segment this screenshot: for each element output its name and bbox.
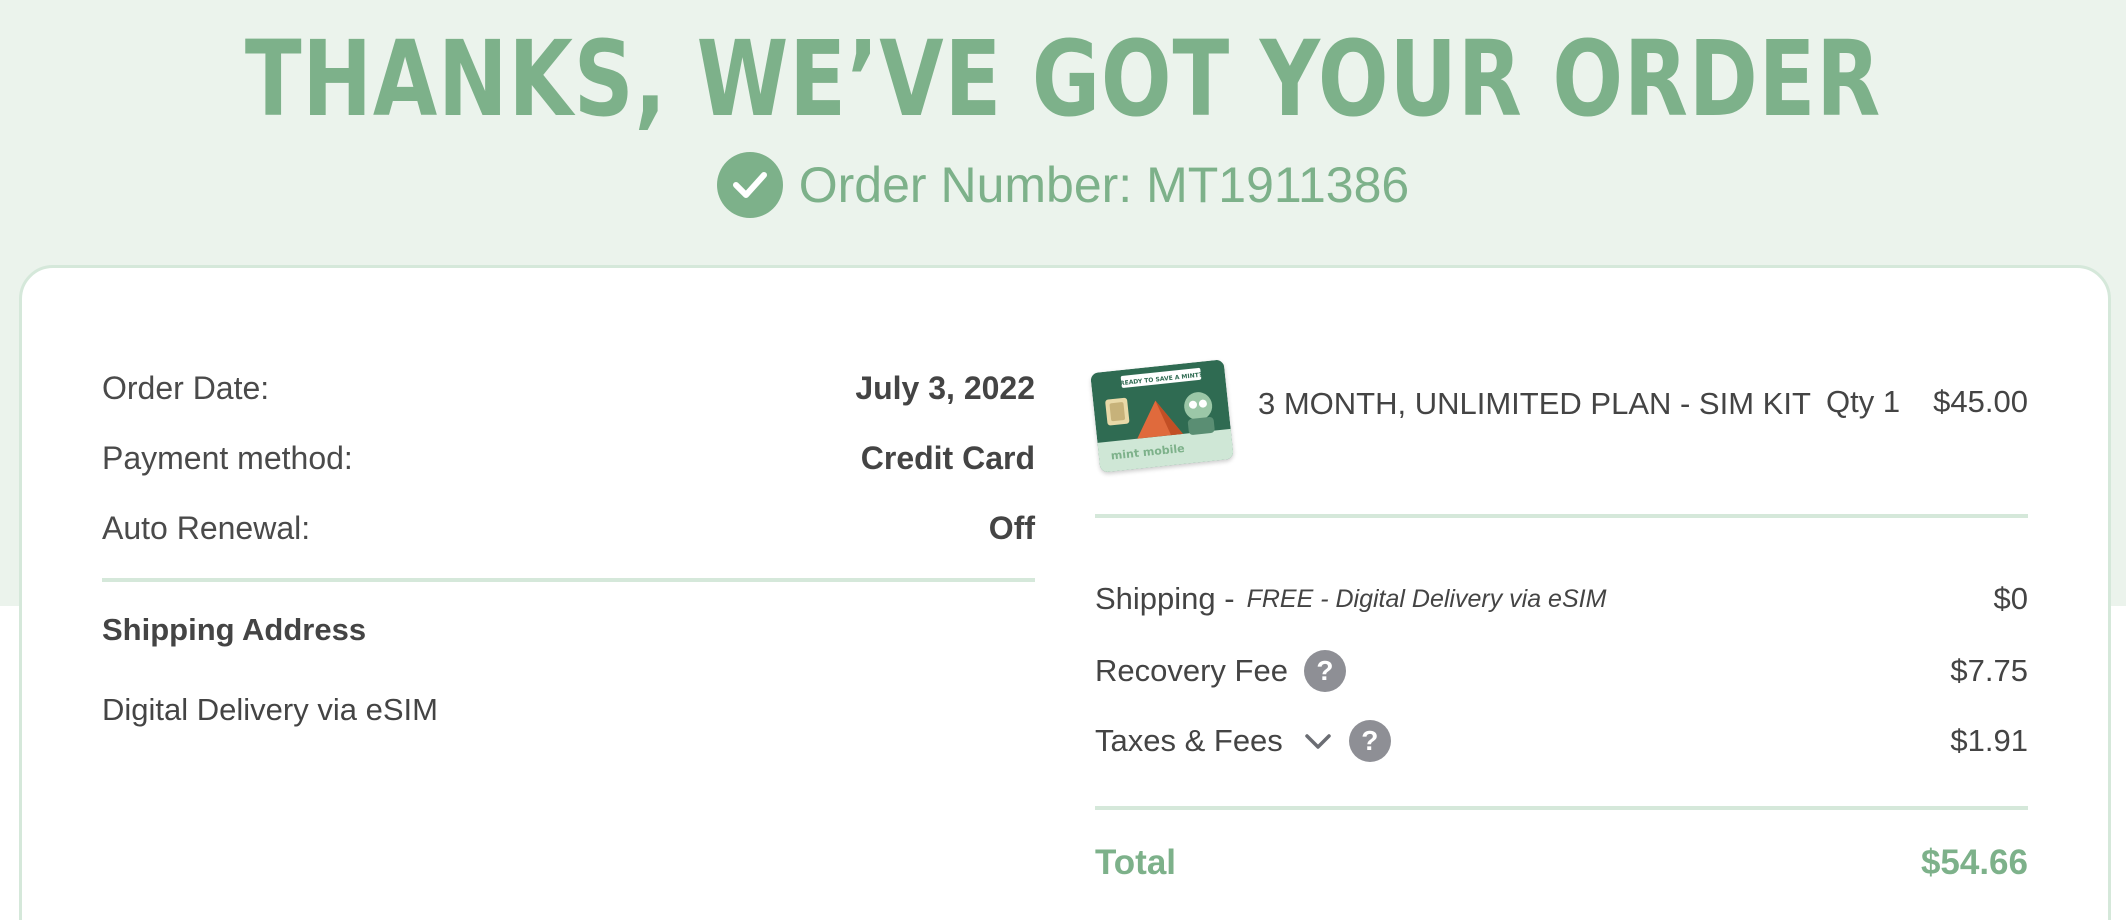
shipping-address-value: Digital Delivery via eSIM — [102, 692, 438, 727]
auto-renewal-label: Auto Renewal: — [102, 509, 311, 546]
help-icon[interactable]: ? — [1303, 650, 1346, 692]
shipping-note: FREE - Digital Delivery via eSIM — [1246, 584, 1607, 613]
payment-method-value: Credit Card — [860, 439, 1035, 476]
product-qty: Qty 1 — [1826, 384, 1901, 419]
left-divider — [102, 578, 1035, 582]
chevron-down-icon[interactable] — [1303, 731, 1333, 751]
total-value: $54.66 — [1920, 843, 2028, 882]
taxes-fees-label: Taxes & Fees — [1095, 723, 1283, 758]
order-date-label: Order Date: — [102, 369, 270, 406]
sim-kit-image: READY TO SAVE A MINT? mint mobile — [1090, 359, 1234, 473]
product-price: $45.00 — [1933, 384, 2028, 419]
order-number-row: Order Number: MT1911386 — [0, 152, 2126, 218]
product-name: 3 MONTH, UNLIMITED PLAN - SIM KIT — [1258, 386, 1811, 421]
taxes-fees-value: $1.91 — [1950, 723, 2028, 758]
recovery-fee-label: Recovery Fee — [1095, 653, 1288, 688]
shipping-row: Shipping - FREE - Digital Delivery via e… — [1095, 576, 2028, 622]
check-circle-icon — [716, 152, 783, 218]
auto-renewal-value: Off — [988, 509, 1035, 546]
shipping-label: Shipping - — [1095, 581, 1235, 616]
auto-renewal-row: Auto Renewal: Off — [102, 506, 1035, 550]
payment-method-label: Payment method: — [102, 439, 353, 476]
recovery-fee-value: $7.75 — [1950, 653, 2028, 688]
order-date-value: July 3, 2022 — [855, 369, 1035, 406]
taxes-fees-row: Taxes & Fees ? $1.91 — [1095, 718, 2028, 764]
order-date-row: Order Date: July 3, 2022 — [102, 366, 1035, 410]
page-title: THANKS, WE’VE GOT YOUR ORDER — [244, 18, 1882, 140]
total-row: Total $54.66 — [1095, 840, 2028, 886]
help-icon[interactable]: ? — [1348, 720, 1391, 762]
shipping-value: $0 — [1993, 581, 2028, 616]
order-number: Order Number: MT1911386 — [798, 157, 1410, 213]
recovery-fee-row: Recovery Fee ? $7.75 — [1095, 648, 2028, 694]
product-divider — [1095, 514, 2028, 518]
payment-method-row: Payment method: Credit Card — [102, 436, 1035, 480]
shipping-address-heading: Shipping Address — [102, 612, 367, 647]
total-label: Total — [1095, 843, 1177, 882]
total-divider — [1095, 806, 2028, 810]
